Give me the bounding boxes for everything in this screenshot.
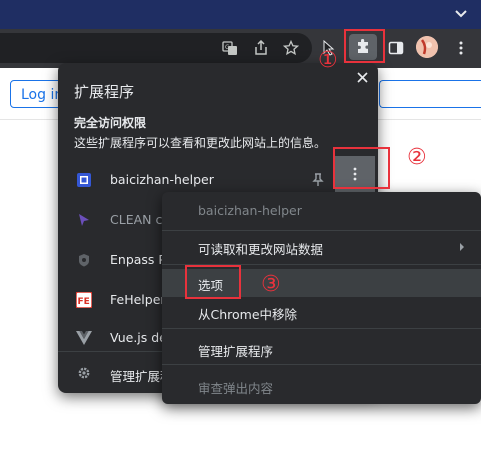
extension-context-menu: baicizhan-helper 可读取和更改网站数据 选项 从Chrome中移… <box>162 192 481 404</box>
popup-title: 扩展程序 <box>74 83 135 101</box>
close-icon[interactable] <box>353 68 371 86</box>
menu-separator <box>162 230 481 231</box>
menu-separator <box>162 264 481 265</box>
annotation-step-1: ① <box>318 48 338 73</box>
section-description: 这些扩展程序可以查看和更改此网站上的信息。 <box>74 136 327 150</box>
menu-item-remove-from-chrome[interactable]: 从Chrome中移除 <box>162 298 481 326</box>
profile-avatar[interactable] <box>416 36 438 58</box>
translate-icon[interactable]: G <box>219 37 241 59</box>
more-vertical-icon <box>353 167 357 181</box>
page-button-partial[interactable] <box>379 80 481 108</box>
share-icon[interactable] <box>250 37 272 59</box>
annotation-step-3: ③ <box>261 272 281 297</box>
fehelper-icon: FE <box>76 292 92 308</box>
baicizhan-icon <box>76 172 92 188</box>
menu-item-manage-extensions[interactable]: 管理扩展程序 <box>162 335 481 363</box>
extension-name: FeHelper <box>110 292 166 307</box>
menu-item-site-data[interactable]: 可读取和更改网站数据 <box>162 233 481 261</box>
bookmark-star-icon[interactable] <box>280 37 302 59</box>
chevron-right-icon <box>460 243 464 251</box>
svg-text:G: G <box>225 44 230 51</box>
svg-text:FE: FE <box>78 297 90 307</box>
side-panel-icon[interactable] <box>385 37 407 59</box>
clean-crxmouse-icon <box>76 212 92 228</box>
vue-icon <box>76 330 92 346</box>
gear-icon <box>76 365 92 381</box>
menu-item-options[interactable]: 选项 <box>162 269 481 297</box>
section-title-full-access: 完全访问权限 <box>74 116 147 130</box>
menu-item-inspect-popup: 审查弹出内容 <box>198 381 274 396</box>
extension-name: Vue.js de <box>110 330 167 345</box>
enpass-icon <box>76 252 92 268</box>
annotation-step-2: ② <box>407 145 427 170</box>
pin-icon[interactable] <box>310 172 326 188</box>
menu-separator <box>162 364 481 365</box>
extension-name: baicizhan-helper <box>110 172 214 187</box>
extension-name: Enpass P <box>110 252 166 267</box>
menu-separator <box>162 328 481 329</box>
window-titlebar <box>0 0 481 29</box>
extensions-button[interactable] <box>349 34 377 60</box>
context-menu-header: baicizhan-helper <box>198 203 302 218</box>
chevron-down-icon[interactable] <box>452 4 470 22</box>
puzzle-icon <box>358 39 368 53</box>
extension-name: CLEAN c <box>110 212 163 227</box>
browser-menu-icon[interactable] <box>450 37 472 59</box>
extension-more-options-button[interactable] <box>335 156 375 192</box>
